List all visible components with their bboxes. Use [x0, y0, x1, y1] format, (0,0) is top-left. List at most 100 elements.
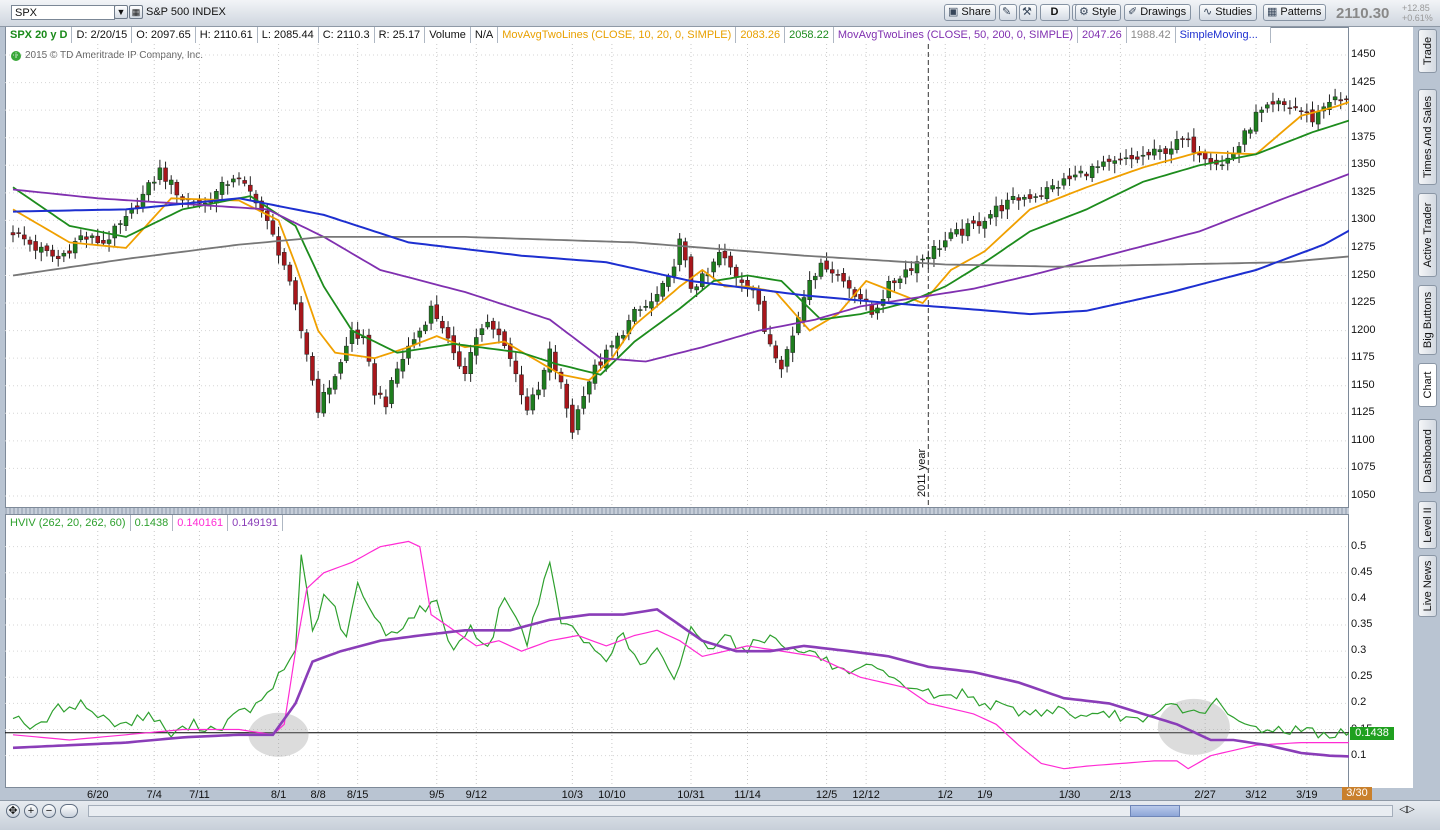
- pan-icon[interactable]: ✥: [6, 804, 20, 818]
- candle-body: [1010, 196, 1016, 200]
- style-button[interactable]: ⚙ Style: [1075, 4, 1122, 21]
- candle-body: [931, 246, 937, 259]
- tab-trade[interactable]: Trade: [1418, 29, 1437, 73]
- scrollbar-thumb[interactable]: [1130, 805, 1180, 817]
- symbol-grid-icon[interactable]: ▦: [129, 5, 143, 19]
- drawings-button[interactable]: ✐ Drawings: [1124, 4, 1192, 21]
- candle-body: [95, 235, 100, 244]
- legend-volume: Volume: [425, 27, 471, 43]
- candle-body: [643, 306, 649, 308]
- candle-body: [553, 351, 558, 372]
- studies-button[interactable]: ∿ Studies: [1199, 4, 1257, 21]
- candle-body: [1282, 101, 1287, 106]
- candle-body: [1112, 160, 1117, 164]
- candle-body: [1242, 130, 1247, 145]
- tab-times-and-sales[interactable]: Times And Sales: [1418, 89, 1437, 185]
- candle-body: [971, 220, 976, 224]
- tab-dashboard[interactable]: Dashboard: [1418, 419, 1437, 493]
- candle-body: [1236, 146, 1242, 154]
- candle-body: [174, 181, 180, 196]
- candle-body: [293, 280, 298, 305]
- candle-body: [304, 332, 310, 355]
- candle-body: [321, 391, 326, 414]
- hviv-y-tick-label: 0.4: [1351, 591, 1367, 604]
- candle-body: [581, 396, 586, 409]
- hviv-y-tick-label: 0.25: [1351, 670, 1373, 683]
- time-scrollbar[interactable]: [88, 805, 1393, 817]
- candle-body: [89, 235, 95, 238]
- candle-body: [711, 261, 716, 273]
- candle-body: [813, 276, 818, 281]
- tab-big-buttons[interactable]: Big Buttons: [1418, 285, 1437, 355]
- y-tick-label: 1450: [1351, 48, 1376, 61]
- hviv-value-iv: 0.140161: [173, 515, 229, 531]
- candle-body: [1123, 157, 1129, 160]
- aggregation-button[interactable]: D: [1040, 4, 1070, 21]
- candle-body: [654, 294, 660, 302]
- price-chart[interactable]: [5, 44, 1349, 507]
- candle-body: [694, 286, 699, 291]
- candle-body: [892, 280, 897, 284]
- candle-body: [1276, 100, 1281, 105]
- candle-body: [440, 320, 445, 329]
- candle-body: [22, 234, 27, 240]
- candle-body: [327, 387, 332, 395]
- candle-body: [112, 225, 117, 239]
- hviv-chart[interactable]: [5, 531, 1349, 787]
- zoom-out-icon[interactable]: −: [42, 804, 56, 818]
- candle-body: [762, 300, 767, 332]
- hviv-y-tick-label: 0.3: [1351, 644, 1367, 657]
- candle-body: [168, 179, 174, 185]
- drawing-tool-button[interactable]: ✎: [999, 4, 1017, 21]
- hviv-study-label[interactable]: HVIV (262, 20, 262, 60): [6, 515, 131, 531]
- legend-range: R: 25.17: [374, 27, 426, 43]
- hviv-y-tick-label: 0.2: [1351, 696, 1367, 709]
- candle-body: [55, 255, 61, 259]
- candle-body: [564, 383, 569, 409]
- wrench-icon: ⚒: [1022, 6, 1032, 18]
- candle-body: [779, 359, 784, 370]
- tab-active-trader[interactable]: Active Trader: [1418, 193, 1437, 277]
- candle-body: [1118, 158, 1123, 161]
- symbol-dropdown-icon[interactable]: ▼: [114, 5, 128, 19]
- net-change: +12.85: [1402, 3, 1430, 13]
- candle-body: [417, 330, 423, 338]
- tab-level-ii[interactable]: Level II: [1418, 501, 1437, 549]
- last-price: 2110.30: [1336, 5, 1390, 22]
- candle-body: [242, 180, 247, 184]
- candle-body: [1338, 99, 1343, 102]
- legend-ma3[interactable]: SimpleMoving...: [1175, 27, 1271, 43]
- candle-body: [965, 223, 971, 237]
- candle-body: [1270, 101, 1276, 105]
- legend-ma2[interactable]: MovAvgTwoLines (CLOSE, 50, 200, 0, SIMPL…: [833, 27, 1079, 43]
- candle-body: [756, 288, 762, 305]
- candle-body: [909, 268, 914, 271]
- candle-body: [530, 394, 536, 411]
- tools-button[interactable]: ⚒: [1019, 4, 1037, 21]
- share-button[interactable]: ▣ Share: [944, 4, 996, 21]
- candle-body: [1022, 196, 1027, 200]
- candle-body: [400, 359, 406, 372]
- zoom-in-icon[interactable]: +: [24, 804, 38, 818]
- patterns-button[interactable]: ▦ Patterns: [1263, 4, 1327, 21]
- candle-body: [310, 356, 315, 381]
- candle-body: [982, 220, 988, 229]
- candle-body: [869, 304, 875, 315]
- tab-chart[interactable]: Chart: [1418, 363, 1437, 407]
- expand-right-icon[interactable]: ◁▷: [1399, 804, 1415, 818]
- tab-live-news[interactable]: Live News: [1418, 555, 1437, 617]
- candle-body: [541, 369, 547, 390]
- candle-body: [287, 264, 293, 282]
- side-panel-tabs: Trade Times And Sales Active Trader Big …: [1416, 27, 1440, 802]
- candle-body: [1180, 138, 1185, 140]
- y-tick-label: 1375: [1351, 130, 1376, 143]
- zoom-reset-icon[interactable]: [60, 804, 78, 818]
- drawings-icon: ✐: [1128, 6, 1138, 18]
- symbol-input[interactable]: SPX: [11, 5, 115, 20]
- chart-symbol-label[interactable]: SPX 20 y D: [6, 27, 73, 43]
- legend-ma1[interactable]: MovAvgTwoLines (CLOSE, 10, 20, 0, SIMPLE…: [498, 27, 737, 43]
- iv-line: [12, 540, 1349, 770]
- iv-percentile-line: [12, 608, 1349, 758]
- candle-body: [1163, 148, 1168, 154]
- candle-body: [954, 229, 959, 235]
